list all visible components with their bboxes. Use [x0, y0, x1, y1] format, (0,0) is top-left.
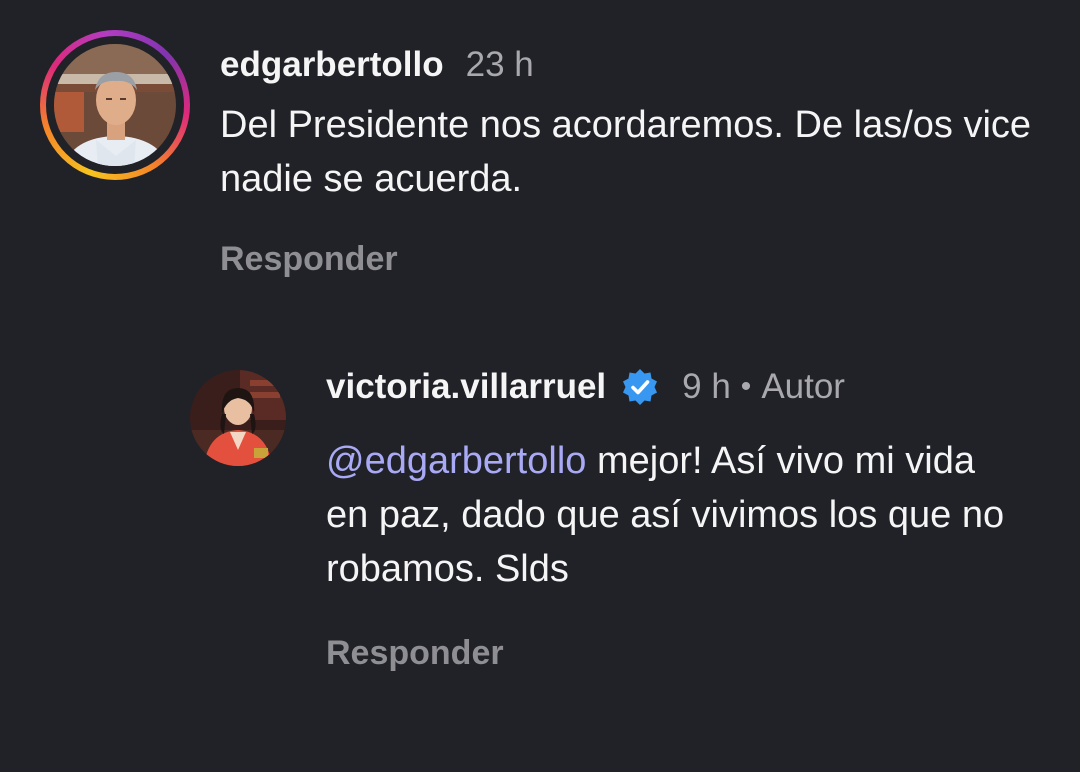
comment-header: edgarbertollo 23 h — [220, 40, 1060, 90]
author-tag: Autor — [761, 367, 845, 406]
verified-badge-icon — [620, 367, 660, 407]
comment-text: @edgarbertollo mejor! Así vivo mi vida e… — [326, 434, 1016, 596]
username[interactable]: edgarbertollo — [220, 45, 444, 85]
separator-dot: • — [740, 370, 752, 403]
reply-button[interactable]: Responder — [326, 634, 504, 673]
timestamp: 23 h — [465, 45, 534, 84]
comment-header: victoria.villarruel 9 h • Autor — [326, 362, 1046, 412]
story-ring[interactable] — [40, 30, 190, 180]
mention-link[interactable]: @edgarbertollo — [326, 440, 586, 482]
profile-photo-man-icon — [54, 44, 176, 166]
avatar-victoria-villarruel[interactable] — [190, 370, 286, 466]
timestamp: 9 h — [682, 367, 731, 406]
profile-photo-woman-icon — [190, 370, 286, 466]
username[interactable]: victoria.villarruel — [326, 367, 606, 407]
avatar-edgarbertollo[interactable] — [54, 44, 176, 166]
reply-button[interactable]: Responder — [220, 240, 398, 279]
comment-text: Del Presidente nos acordaremos. De las/o… — [220, 104, 1032, 200]
